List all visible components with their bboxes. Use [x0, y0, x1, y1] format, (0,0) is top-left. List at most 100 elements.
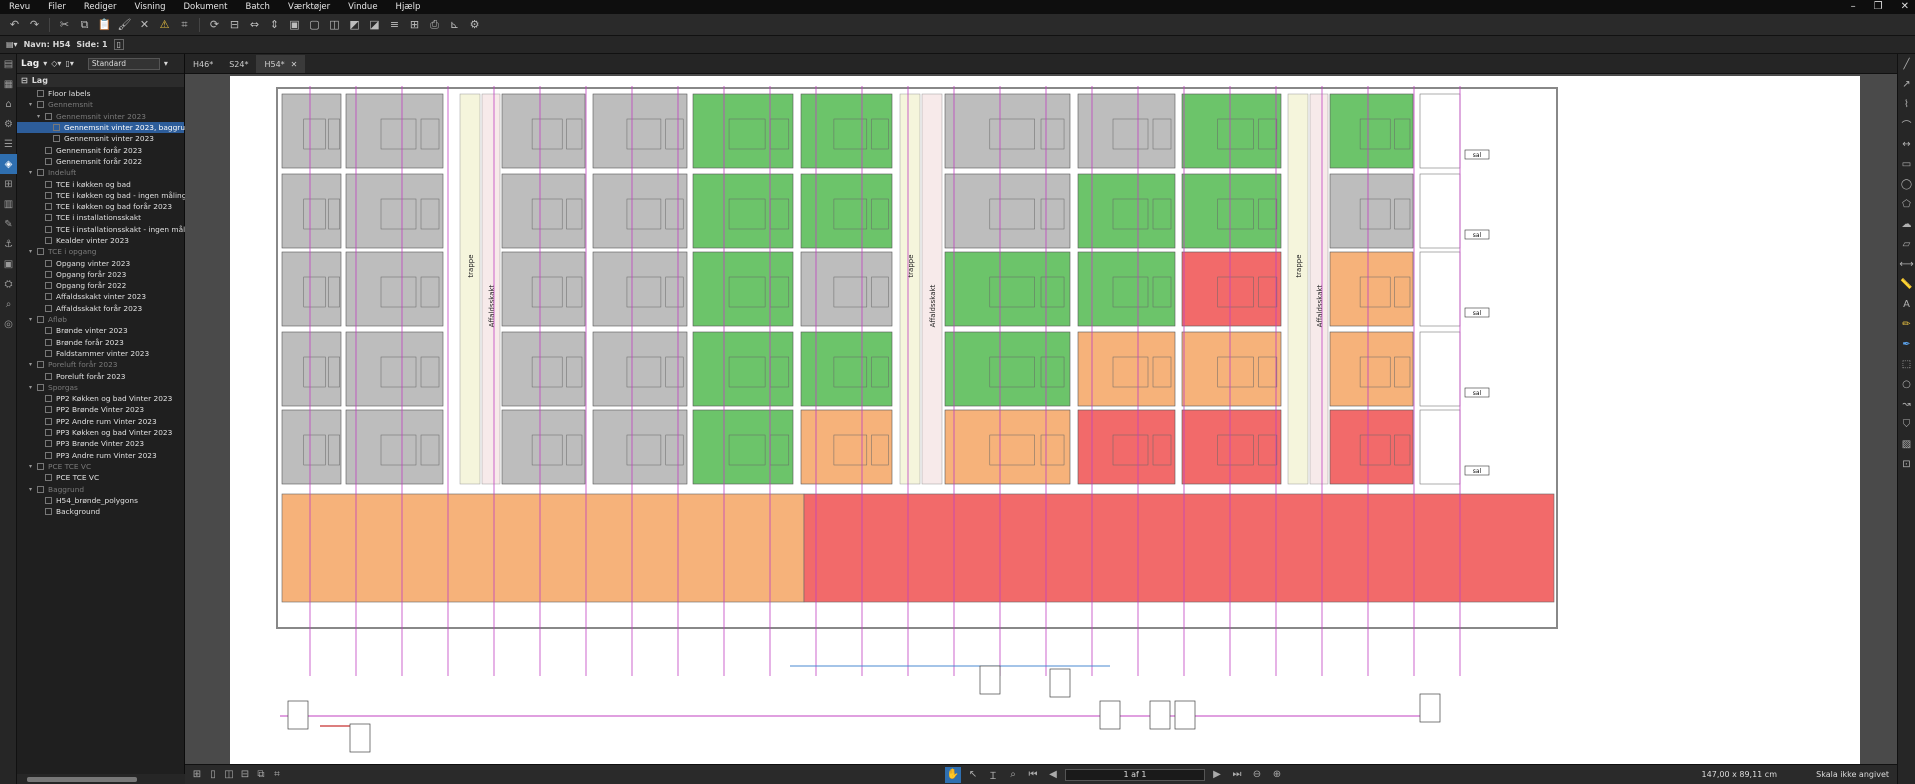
layer-row[interactable]: ▾ Indeluft: [17, 167, 184, 178]
layer-visibility-checkbox[interactable]: [45, 327, 52, 335]
layer-visibility-checkbox[interactable]: [37, 485, 44, 493]
settings-icon[interactable]: ⚙: [466, 16, 483, 33]
document-tab[interactable]: H54* ✕: [256, 55, 306, 73]
close-icon[interactable]: ✕: [1901, 0, 1909, 14]
format-painter-icon[interactable]: 🖌: [116, 16, 133, 33]
scrollbar-thumb[interactable]: [27, 777, 137, 782]
redo-icon[interactable]: ↷: [26, 16, 43, 33]
layer-visibility-checkbox[interactable]: [37, 383, 44, 391]
layers-dropdown-icon[interactable]: ▾: [43, 59, 47, 68]
links-icon[interactable]: ⚓: [0, 234, 17, 254]
layer-visibility-checkbox[interactable]: [53, 135, 60, 143]
panel-scrollbar[interactable]: [17, 774, 185, 784]
paste-icon[interactable]: 📋: [96, 16, 113, 33]
layer-visibility-checkbox[interactable]: [45, 406, 52, 414]
layer-visibility-checkbox[interactable]: [45, 338, 52, 346]
thumbnails-icon[interactable]: ▤: [0, 54, 17, 74]
layer-row[interactable]: Background: [17, 506, 184, 517]
cut-icon[interactable]: ✂: [56, 16, 73, 33]
layer-row[interactable]: TCE i installationsskakt: [17, 212, 184, 223]
warning-icon[interactable]: ⚠: [156, 16, 173, 33]
expand-icon[interactable]: ▾: [37, 113, 45, 120]
expand-icon[interactable]: ▾: [29, 248, 37, 255]
layer-row[interactable]: ▾ Baggrund: [17, 483, 184, 494]
layer-row[interactable]: ▾ Gennemsnit vinter 2023: [17, 111, 184, 122]
menu-item[interactable]: Hjælp: [387, 2, 430, 12]
layer-visibility-checkbox[interactable]: [45, 203, 52, 211]
compare-icon[interactable]: ⧉: [253, 767, 269, 783]
document-tab[interactable]: S24*: [221, 55, 256, 73]
flip-horizontal-icon[interactable]: ⇔: [246, 16, 263, 33]
expand-icon[interactable]: ▾: [29, 486, 37, 493]
layer-visibility-checkbox[interactable]: [53, 124, 60, 132]
sync-icon[interactable]: ⊟: [237, 767, 253, 783]
select-text-icon[interactable]: Ɪ: [985, 767, 1001, 783]
align-icon[interactable]: ⊟: [226, 16, 243, 33]
properties-icon[interactable]: ⚙: [0, 114, 17, 134]
layer-visibility-checkbox[interactable]: [45, 157, 52, 165]
expand-icon[interactable]: ▾: [29, 384, 37, 391]
layer-visibility-checkbox[interactable]: [45, 372, 52, 380]
measure-icon[interactable]: ⊾: [446, 16, 463, 33]
layer-row[interactable]: Affaldsskakt vinter 2023: [17, 291, 184, 302]
rotate-icon[interactable]: ⟳: [206, 16, 223, 33]
menu-item[interactable]: Filer: [39, 2, 75, 12]
text-tool-icon[interactable]: A: [1898, 294, 1915, 314]
drawing-page[interactable]: sal sal sal sal sal trappe trappe trappe Affalds…: [230, 76, 1860, 764]
delete-icon[interactable]: ✕: [136, 16, 153, 33]
layer-row[interactable]: Brønde vinter 2023: [17, 325, 184, 336]
layer-visibility-checkbox[interactable]: [45, 451, 52, 459]
layer-row[interactable]: PCE TCE VC: [17, 472, 184, 483]
layers-section-header[interactable]: ⊟ Lag: [17, 74, 184, 87]
back-icon[interactable]: ⊖: [1249, 767, 1265, 783]
bookmarks-icon[interactable]: ▦: [0, 74, 17, 94]
group-icon[interactable]: ▣: [286, 16, 303, 33]
layer-row[interactable]: Gennemsnit forår 2023: [17, 144, 184, 155]
sketch-tool-icon[interactable]: ↝: [1898, 394, 1915, 414]
sets-icon[interactable]: ◎: [0, 314, 17, 334]
layer-visibility-checkbox[interactable]: [37, 169, 44, 177]
menu-item[interactable]: Rediger: [75, 2, 126, 12]
document-tab[interactable]: H46*: [185, 55, 221, 73]
layer-row[interactable]: ▾ Poreluft forår 2023: [17, 359, 184, 370]
layer-visibility-checkbox[interactable]: [45, 474, 52, 482]
layer-row[interactable]: Gennemsnit vinter 2023, baggrund i far: [17, 121, 211, 134]
menu-item[interactable]: Visning: [126, 2, 175, 12]
minimize-icon[interactable]: –: [1851, 0, 1856, 14]
polygon-tool-icon[interactable]: ⬠: [1898, 194, 1915, 214]
expand-icon[interactable]: ▾: [29, 169, 37, 176]
new-layer-icon[interactable]: ▯▾: [65, 59, 73, 68]
menu-item[interactable]: Værktøjer: [279, 2, 339, 12]
layer-visibility-checkbox[interactable]: [45, 225, 52, 233]
layer-row[interactable]: ▾ TCE i opgang: [17, 246, 184, 257]
layer-row[interactable]: ▾ Afløb: [17, 314, 184, 325]
circle-tool-icon[interactable]: ○: [1898, 374, 1915, 394]
page-icon[interactable]: ▤▾: [6, 40, 18, 49]
layers-icon[interactable]: ◈: [0, 154, 17, 174]
layer-row[interactable]: Poreluft forår 2023: [17, 370, 184, 381]
arrange-icon[interactable]: ◫: [326, 16, 343, 33]
layer-row[interactable]: Gennemsnit forår 2022: [17, 156, 184, 167]
layer-visibility-checkbox[interactable]: [45, 496, 52, 504]
image-tool-icon[interactable]: ▨: [1898, 434, 1915, 454]
split-view-icon[interactable]: ◫: [221, 767, 237, 783]
cloud-tool-icon[interactable]: ☁: [1898, 214, 1915, 234]
expand-icon[interactable]: ▾: [29, 316, 37, 323]
close-tab-icon[interactable]: ✕: [291, 60, 298, 69]
layer-visibility-checkbox[interactable]: [45, 440, 52, 448]
layer-row[interactable]: Opgang forår 2023: [17, 269, 184, 280]
expand-icon[interactable]: ▾: [29, 361, 37, 368]
highlight-tool-icon[interactable]: ✏: [1898, 314, 1915, 334]
layer-visibility-checkbox[interactable]: [45, 293, 52, 301]
send-back-icon[interactable]: ◪: [366, 16, 383, 33]
layer-row[interactable]: ▾ Gennemsnit: [17, 99, 184, 110]
rectangle-tool-icon[interactable]: ▭: [1898, 154, 1915, 174]
dimension-tool-icon[interactable]: ↔: [1898, 134, 1915, 154]
layer-row[interactable]: Opgang vinter 2023: [17, 257, 184, 268]
length-tool-icon[interactable]: ⟷: [1898, 254, 1915, 274]
layer-visibility-checkbox[interactable]: [45, 349, 52, 357]
expand-icon[interactable]: ▾: [29, 463, 37, 470]
file-access-icon[interactable]: ⌂: [0, 94, 17, 114]
ruler-tool-icon[interactable]: 📏: [1898, 274, 1915, 294]
layer-visibility-checkbox[interactable]: [45, 508, 52, 516]
